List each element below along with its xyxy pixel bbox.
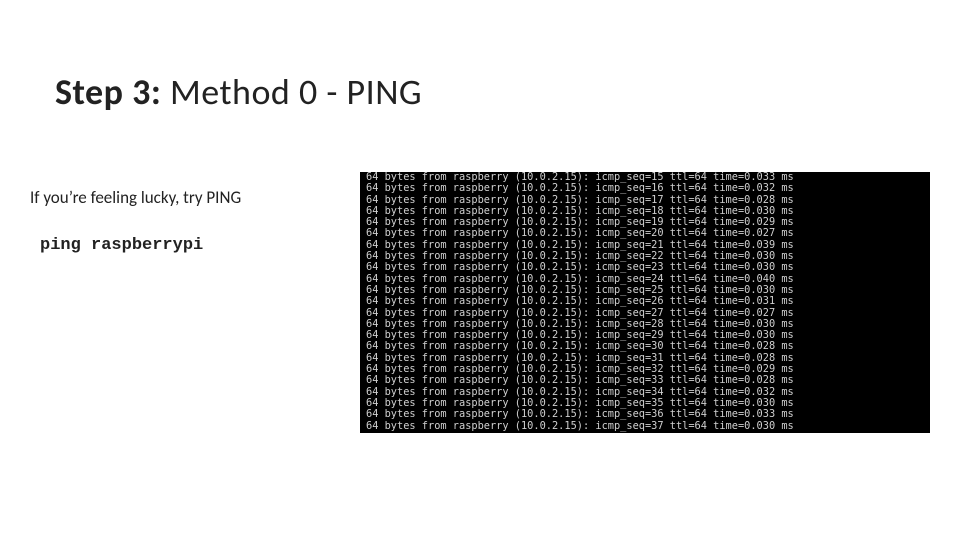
ping-line: 64 bytes from raspberry (10.0.2.15): icm… [366,409,924,420]
feeling-lucky-text: If you’re feeling lucky, try PING [30,187,350,208]
ping-line: 64 bytes from raspberry (10.0.2.15): icm… [366,183,924,194]
slide: Step 3: Method 0 - PING If you’re feelin… [0,0,960,540]
ping-line: 64 bytes from raspberry (10.0.2.15): icm… [366,375,924,386]
ping-command: ping raspberrypi [40,236,350,255]
terminal-output: 64 bytes from raspberry (10.0.2.15): icm… [360,172,930,433]
title-rest: Method 0 - PING [161,70,422,114]
terminal-window: 64 bytes from raspberry (10.0.2.15): icm… [360,158,930,433]
ping-line: 64 bytes from raspberry (10.0.2.15): icm… [366,262,924,273]
ping-line: 64 bytes from raspberry (10.0.2.15): icm… [366,421,924,432]
title-bold: Step 3: [55,70,161,114]
side-text-block: If you’re feeling lucky, try PING ping r… [30,187,350,255]
ping-line: 64 bytes from raspberry (10.0.2.15): icm… [366,296,924,307]
step-title: Step 3: Method 0 - PING [55,70,422,114]
